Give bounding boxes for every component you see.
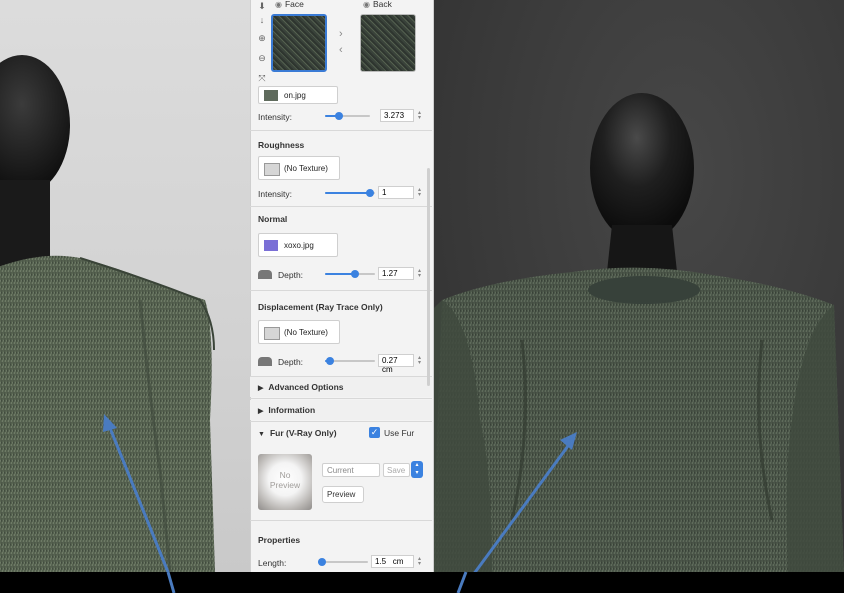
roughness-intensity-value[interactable]: 1 [378, 186, 414, 199]
roughness-intensity-slider[interactable] [325, 188, 375, 198]
right-viewport[interactable] [432, 0, 844, 572]
disclosure-right-icon: ▶ [258, 408, 264, 415]
back-swatch[interactable] [360, 14, 416, 72]
advanced-options-header[interactable]: ▶ Advanced Options [258, 382, 343, 392]
depth-icon [258, 270, 272, 279]
texture-thumbnail-icon [264, 90, 278, 101]
intensity-value[interactable]: 3.273 [380, 109, 414, 122]
roughness-texture-button[interactable]: (No Texture) [258, 156, 340, 180]
length-value[interactable]: 1.5 cm [371, 555, 414, 568]
fur-save-button[interactable]: Save [383, 463, 410, 477]
zoom-out-icon[interactable]: ⊖ [256, 52, 268, 64]
normal-map-thumbnail-icon [264, 240, 278, 251]
panel-scrollbar[interactable] [427, 168, 430, 386]
stepper-icon[interactable]: ▴ ▾ [418, 187, 421, 198]
roughness-intensity-label: Intensity: [258, 189, 293, 199]
eye-icon: ◉ [275, 0, 282, 9]
displacement-depth-label: Depth: [278, 357, 304, 367]
fit-view-icon[interactable]: ⤧ [256, 72, 268, 84]
normal-texture-button[interactable]: xoxo.jpg [258, 233, 338, 257]
image-placeholder-icon [264, 163, 280, 176]
face-swatch[interactable] [271, 14, 327, 72]
normal-title: Normal [258, 214, 288, 224]
fur-preview-thumbnail: No Preview [258, 454, 312, 510]
length-label: Length: [258, 558, 287, 568]
intensity-label: Intensity: [258, 112, 293, 122]
displacement-texture-button[interactable]: (No Texture) [258, 320, 340, 344]
eye-icon: ◉ [363, 0, 370, 9]
use-fur-checkbox[interactable]: ✓ [369, 427, 380, 438]
face-tab[interactable]: ◉ Face [275, 0, 304, 9]
fur-header[interactable]: ▼ Fur (V-Ray Only) [258, 428, 337, 438]
normal-depth-label: Depth: [278, 270, 304, 280]
down-arrow-small-icon[interactable]: ↓ [256, 14, 268, 26]
bottom-band [0, 572, 844, 593]
fur-preview-button[interactable]: Preview [322, 486, 364, 503]
right-callout-arrow [473, 432, 577, 572]
left-viewport[interactable] [0, 0, 250, 572]
image-placeholder-icon [264, 327, 280, 340]
chevron-left-icon[interactable]: ‹ [339, 44, 343, 56]
stepper-icon[interactable]: ▴ ▾ [418, 110, 421, 121]
disclosure-down-icon: ▼ [258, 431, 265, 438]
down-arrow-icon[interactable]: ⬇ [256, 0, 268, 12]
use-fur-label: Use Fur [384, 428, 415, 438]
stepper-icon[interactable]: ▴ ▾ [418, 268, 421, 279]
zoom-in-icon[interactable]: ⊕ [256, 32, 268, 44]
stepper-icon[interactable]: ▴ ▾ [418, 355, 421, 366]
displacement-depth-slider[interactable] [325, 356, 375, 366]
preset-dropdown-icon[interactable]: ▴ ▾ [411, 461, 423, 478]
displacement-depth-value[interactable]: 0.27 cm [378, 354, 414, 374]
normal-depth-slider[interactable] [325, 269, 375, 279]
stepper-icon[interactable]: ▴ ▾ [418, 556, 421, 567]
length-slider[interactable] [318, 557, 368, 567]
texture-file-button[interactable]: on.jpg [258, 86, 338, 104]
left-callout-arrow [103, 414, 170, 572]
disclosure-right-icon: ▶ [258, 385, 264, 392]
back-tab[interactable]: ◉ Back [363, 0, 392, 9]
normal-depth-value[interactable]: 1.27 [378, 267, 414, 280]
fur-preset-field[interactable]: Current [322, 463, 380, 477]
properties-title: Properties [258, 535, 301, 545]
chevron-right-icon[interactable]: › [339, 28, 343, 40]
intensity-slider[interactable] [325, 111, 370, 121]
roughness-title: Roughness [258, 140, 305, 150]
depth-icon [258, 357, 272, 366]
displacement-title: Displacement (Ray Trace Only) [258, 302, 383, 312]
information-header[interactable]: ▶ Information [258, 405, 315, 415]
